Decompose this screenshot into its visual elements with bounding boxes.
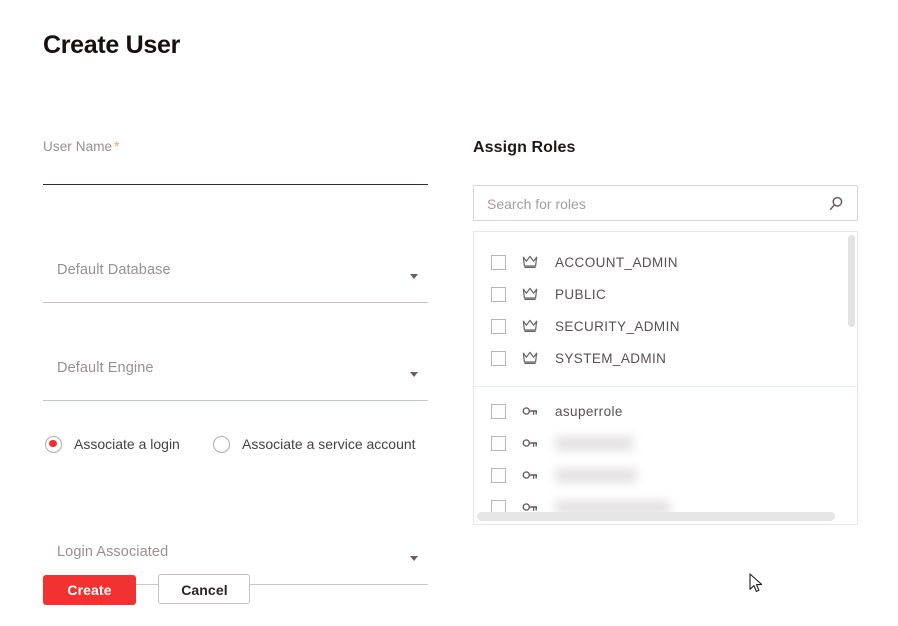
role-row-redacted-1[interactable] xyxy=(474,427,857,459)
crown-icon xyxy=(521,253,539,271)
cancel-button[interactable]: Cancel xyxy=(158,574,251,604)
roles-list-panel[interactable]: ACCOUNT_ADMIN PUBLIC SECURITY_ADMIN SYST… xyxy=(473,231,858,525)
role-label: ACCOUNT_ADMIN xyxy=(555,254,678,270)
radio-associate-a-service-account[interactable]: Associate a service account xyxy=(213,431,416,457)
search-icon[interactable] xyxy=(827,195,845,213)
required-asterisk: * xyxy=(114,139,120,154)
role-row-account-admin[interactable]: ACCOUNT_ADMIN xyxy=(474,246,857,278)
role-checkbox[interactable] xyxy=(491,286,506,302)
role-checkbox[interactable] xyxy=(491,350,506,366)
login-associated-select[interactable]: Login Associated xyxy=(43,536,428,585)
mouse-cursor xyxy=(749,573,765,595)
chevron-down-icon xyxy=(410,274,418,279)
role-row-security-admin[interactable]: SECURITY_ADMIN xyxy=(474,310,857,342)
chevron-down-icon xyxy=(410,556,418,561)
role-search-box[interactable]: Search for roles xyxy=(473,185,858,221)
role-label: SECURITY_ADMIN xyxy=(555,318,680,334)
role-label: asuperrole xyxy=(555,403,623,419)
create-user-page: Create User User Name * Default Database … xyxy=(0,0,898,626)
user-name-field[interactable]: User Name * xyxy=(43,138,428,188)
role-checkbox[interactable] xyxy=(491,467,506,483)
role-checkbox[interactable] xyxy=(491,403,506,419)
role-row-public[interactable]: PUBLIC xyxy=(474,278,857,310)
role-row-asuperrole[interactable]: asuperrole xyxy=(474,395,857,427)
assign-roles-heading: Assign Roles xyxy=(473,139,576,156)
role-label: SYSTEM_ADMIN xyxy=(555,350,667,366)
roles-horizontal-scrollbar-thumb[interactable] xyxy=(477,512,835,521)
radio-label-service-account: Associate a service account xyxy=(242,436,416,452)
default-database-placeholder: Default Database xyxy=(57,262,171,278)
login-associated-placeholder: Login Associated xyxy=(57,544,169,560)
default-database-select[interactable]: Default Database xyxy=(43,254,428,303)
default-database-underline xyxy=(43,302,428,303)
role-label: PUBLIC xyxy=(555,286,607,302)
radio-unselected-icon xyxy=(213,435,230,453)
chevron-down-icon xyxy=(410,372,418,377)
role-search-placeholder: Search for roles xyxy=(487,196,586,212)
crown-icon xyxy=(521,349,539,367)
key-icon xyxy=(521,466,539,484)
page-title: Create User xyxy=(43,31,181,59)
user-name-label: User Name xyxy=(43,139,113,154)
role-label-redacted xyxy=(555,436,633,450)
system-roles-group: ACCOUNT_ADMIN PUBLIC SECURITY_ADMIN SYST… xyxy=(474,232,857,374)
user-name-underline xyxy=(43,184,428,186)
user-form: User Name * Default Database Default Engi… xyxy=(43,138,428,585)
form-actions: Create Cancel xyxy=(43,574,251,605)
default-engine-select[interactable]: Default Engine xyxy=(43,352,428,401)
default-engine-underline xyxy=(43,400,428,401)
default-engine-placeholder: Default Engine xyxy=(57,360,154,376)
key-icon xyxy=(521,402,539,420)
roles-vertical-scrollbar[interactable] xyxy=(848,235,855,523)
radio-selected-icon xyxy=(45,435,62,453)
crown-icon xyxy=(521,317,539,335)
role-checkbox[interactable] xyxy=(491,318,506,334)
create-button[interactable]: Create xyxy=(43,575,136,605)
key-icon xyxy=(521,434,539,452)
role-row-system-admin[interactable]: SYSTEM_ADMIN xyxy=(474,342,857,374)
role-checkbox[interactable] xyxy=(491,435,506,451)
role-row-redacted-2[interactable] xyxy=(474,459,857,491)
custom-roles-group: asuperrole xyxy=(474,395,857,523)
radio-associate-a-login[interactable]: Associate a login xyxy=(45,431,180,457)
roles-list: ACCOUNT_ADMIN PUBLIC SECURITY_ADMIN SYST… xyxy=(474,232,857,523)
association-radio-group: Associate a login Associate a service ac… xyxy=(43,431,443,457)
roles-group-divider xyxy=(474,386,857,387)
roles-horizontal-scrollbar[interactable] xyxy=(477,512,851,521)
role-checkbox[interactable] xyxy=(491,254,506,270)
role-label-redacted xyxy=(555,468,637,482)
crown-icon xyxy=(521,285,539,303)
roles-vertical-scrollbar-thumb[interactable] xyxy=(848,235,855,327)
radio-label-login: Associate a login xyxy=(74,436,180,452)
